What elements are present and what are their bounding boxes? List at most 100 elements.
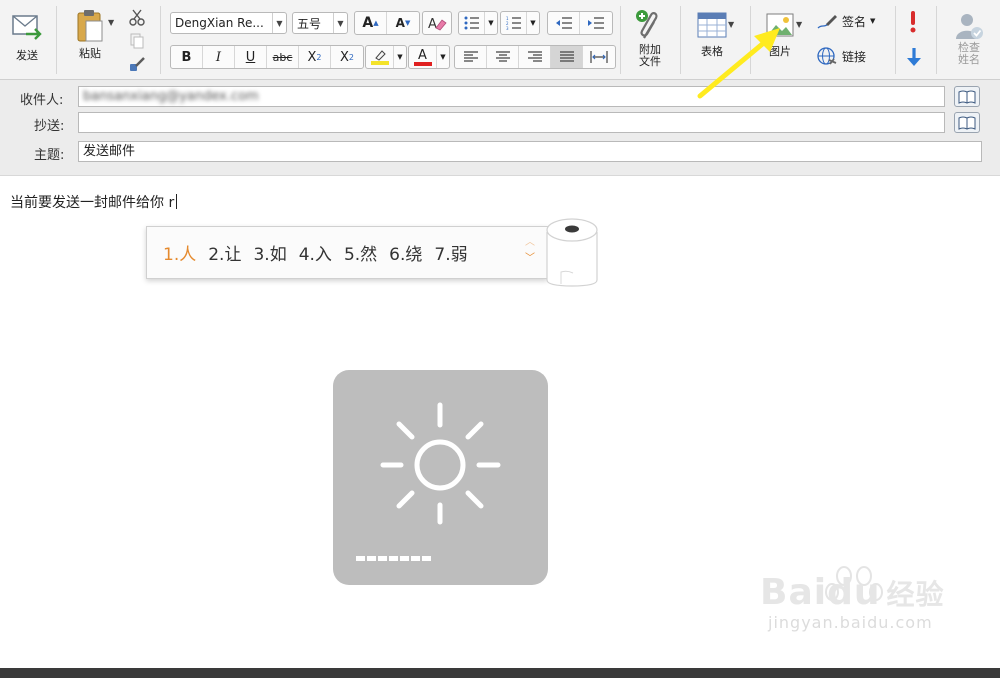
font-name-value: DengXian Re... [175,16,264,30]
ime-page-arrows: ︿ ﹀ [525,235,535,267]
brightness-overlay [333,370,548,585]
cc-field[interactable] [78,112,945,133]
ribbon-divider [56,6,57,74]
distribute-button[interactable] [583,46,615,68]
ribbon-divider [895,6,896,74]
clipboard-icon [77,10,103,42]
copy-icon[interactable] [128,32,146,54]
picture-dropdown-icon[interactable]: ▼ [796,20,802,29]
text-caret [176,194,178,209]
superscript-button[interactable]: X2 [331,46,363,68]
font-size-select[interactable]: 五号 ▼ [292,12,348,34]
bullet-list-dropdown[interactable]: ▼ [485,12,497,34]
format-painter-icon[interactable] [128,56,146,78]
bold-button[interactable]: B [171,46,203,68]
justify-button[interactable] [551,46,583,68]
indent-group [547,11,613,35]
ime-candidate[interactable]: 7.弱 [434,240,467,265]
highlight-dropdown[interactable]: ▼ [394,46,406,68]
numbered-list-dropdown[interactable]: ▼ [527,12,539,34]
page-up-icon[interactable]: ︿ [525,235,535,251]
superscript-mark: 2 [348,52,354,62]
toilet-paper-roll-icon [546,218,598,287]
distribute-icon [590,51,608,63]
ribbon-divider [160,6,161,74]
subject-label: 主题: [34,148,65,163]
shrink-font-label: A [395,16,405,30]
font-name-select[interactable]: DengXian Re... ▼ [170,12,287,34]
paste-button[interactable]: 粘贴 [70,8,110,60]
cut-icon[interactable] [128,8,146,30]
to-label: 收件人: [20,93,64,108]
to-field[interactable]: bansanxiang@yandex.com [78,86,945,107]
link-button[interactable]: 链接 [816,46,866,66]
italic-button[interactable]: I [203,46,235,68]
annotation-arrow-icon [697,28,780,99]
pen-icon [817,15,837,29]
watermark-brand-cn: 经验 [886,578,945,611]
font-color-swatch [413,61,432,66]
font-color-button[interactable]: A [409,46,437,68]
subject-field[interactable]: 发送邮件 [78,141,982,162]
align-right-icon [527,51,542,62]
decrease-indent-icon [555,17,572,29]
increase-indent-icon [588,17,604,29]
align-left-button[interactable] [455,46,487,68]
shrink-font-button[interactable]: A ▼ [387,12,419,34]
align-right-button[interactable] [519,46,551,68]
ime-candidate[interactable]: 1.人 [163,240,196,265]
numbered-list-icon: 123 [506,16,521,30]
subscript-button[interactable]: X2 [299,46,331,68]
body-text-content: 当前要发送一封邮件给你 r [10,195,175,211]
align-center-button[interactable] [487,46,519,68]
numbered-list-button[interactable]: 123 [501,12,527,34]
address-book-icon [958,90,976,104]
user-check-icon [956,14,983,39]
alignment-group [454,45,616,69]
ime-candidate[interactable]: 6.绕 [389,240,422,265]
ime-candidate[interactable]: 3.如 [253,240,286,265]
font-color-dropdown[interactable]: ▼ [437,46,449,68]
ime-candidate-window: 1.人 2.让 3.如 4.入 5.然 6.绕 7.弱 ︿ ﹀ [146,226,548,279]
attach-file-button[interactable]: 附加文件 [630,8,670,68]
page-down-icon[interactable]: ﹀ [525,251,535,267]
text-style-group: B I U abc X2 X2 [170,45,364,69]
bullet-list-button[interactable] [459,12,485,34]
brightness-level-bar [356,556,431,561]
address-book-to-button[interactable] [954,86,980,107]
increase-indent-button[interactable] [580,12,612,34]
underline-button[interactable]: U [235,46,267,68]
high-importance-icon[interactable] [906,10,920,38]
brightness-sun-icon [380,402,501,525]
paste-dropdown-icon[interactable]: ▼ [108,18,114,27]
check-names-button[interactable]: 检查姓名 [946,10,992,66]
grow-font-label: A [362,15,374,31]
ime-candidate[interactable]: 5.然 [344,240,377,265]
grow-font-button[interactable]: A ▲ [355,12,387,34]
font-size-value: 五号 [297,16,322,31]
decrease-indent-button[interactable] [548,12,580,34]
font-color-letter: A [418,47,427,63]
down-arrow-icon: ▼ [404,19,411,27]
signature-button[interactable]: 签名 ▼ [816,12,875,30]
signature-label: 签名 [842,14,867,29]
send-icon [12,15,42,40]
message-body-text[interactable]: 当前要发送一封邮件给你 r [10,192,178,212]
send-button[interactable]: 发送 [6,10,48,62]
ime-candidate[interactable]: 4.入 [299,240,332,265]
highlight-button[interactable] [366,46,394,68]
bold-label: B [181,49,192,65]
ribbon-divider [680,6,681,74]
bottom-status-strip [0,668,1000,678]
ime-candidate[interactable]: 2.让 [208,240,241,265]
to-recipient-value: bansanxiang@yandex.com [83,89,259,104]
low-importance-icon[interactable] [905,47,923,71]
strikethrough-button[interactable]: abc [267,46,299,68]
globe-link-icon [817,47,837,65]
numbering-group: 123 ▼ [500,11,540,35]
bullets-group: ▼ [458,11,498,35]
baidu-watermark: Baidu 经验 jingyan.baidu.com [760,566,945,632]
clear-formatting-button[interactable]: A [422,11,452,35]
address-book-cc-button[interactable] [954,112,980,133]
paperclip-icon [636,10,658,39]
